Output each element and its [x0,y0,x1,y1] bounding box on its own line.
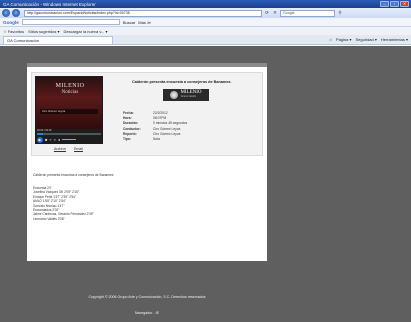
player-caption: Ciro Gómez Leyva [40,109,98,114]
milenio-logo-icon [170,91,179,99]
player-logo-text: MILENIO [55,83,85,89]
volume-icon[interactable]: ◂ [58,137,60,142]
volume-slider[interactable] [61,138,76,141]
browser-viewport: MILENIO Noticias Ciro Gómez Leyva 00:00 … [0,46,411,322]
search-input[interactable]: Google [280,9,335,17]
url-input[interactable]: http://gacomunicacion.com/EspacioNoticia… [24,9,262,17]
favorites-button[interactable]: ☆ Favoritos [3,29,24,34]
home-icon[interactable]: ⌂ [330,37,332,42]
web-slice-link[interactable]: Descargar la nueva v... ▾ [64,29,108,34]
archive-link[interactable]: Archive [54,147,66,151]
player-controls: ▶ ■ « » ◂ [37,136,101,143]
meta-value: Nota [153,136,160,141]
refresh-icon[interactable]: ⟳ [264,10,270,16]
tab-ga-comunicacion[interactable]: GA Comunicación [3,35,113,44]
buscar-button[interactable]: Buscar [123,20,135,25]
google-logo: Google [3,19,19,25]
rewind-icon[interactable]: « [49,137,51,142]
footer-nav-link[interactable]: Navegador - IE [27,311,267,315]
meta-label: Tipo: [123,136,131,141]
page-menu[interactable]: Página ▾ [336,37,352,42]
credit-line: Leonardo Valdés 2'08" [33,216,65,221]
page-content: MILENIO Noticias Ciro Gómez Leyva 00:00 … [27,63,267,261]
close-button[interactable]: ✕ [400,1,409,7]
video-title: Calderón presenta encuesta a consejeros … [132,80,232,84]
stop-icon[interactable]: ■ [45,137,47,142]
player-logo-subtext: Noticias [61,90,79,95]
tools-menu[interactable]: Herramientas ▾ [381,37,408,42]
player-links: Archive Email [54,147,83,151]
window-titlebar: GA Comunicación - Windows Internet Explo… [0,0,411,8]
video-description: Calderón presenta encuesta a consejeros … [33,173,115,177]
footer-copyright: Copyright © 2006 Grupo Arte y Comunicaci… [88,295,206,299]
page-header-strip [27,63,267,67]
meta-row: Tipo: Nota [123,137,263,142]
maximize-button[interactable]: ▫ [390,1,399,7]
video-screen[interactable]: MILENIO Noticias Ciro Gómez Leyva [36,77,102,129]
back-button[interactable]: ‹ [2,9,10,17]
favorites-bar: ☆ Favoritos Sitios sugeridos ▾ Descargar… [0,27,411,35]
player-time: 00:00 / 00:45 [37,129,52,132]
toolbar-search-input[interactable] [21,19,120,25]
command-bar: ⌂ Página ▾ Seguridad ▾ Herramientas ▾ [330,37,411,42]
milenio-tv-logo: MILENIO TELEVISIÓN [163,89,209,101]
more-button[interactable]: Más ≫ [138,20,151,25]
minimize-button[interactable]: – [380,1,389,7]
suggested-sites-link[interactable]: Sitios sugeridos ▾ [28,29,59,34]
search-icon[interactable]: ⚲ [337,10,343,16]
forward-button[interactable]: › [12,9,20,17]
email-link[interactable]: Email [74,147,83,151]
player-progress-fill [37,133,44,135]
credits-list: Encuesta 20' Josefina Vázquez 36' 2'09" … [33,186,233,221]
video-player[interactable]: MILENIO Noticias Ciro Gómez Leyva 00:00 … [35,76,103,144]
player-progress-bar[interactable] [37,133,101,135]
video-meta-table: Fecha: 22/2/2012 Hora: 08:07PM Duración: 0 … [123,111,263,142]
stop-icon[interactable]: ✕ [272,10,278,16]
favorites-label: Favoritos [7,28,25,34]
security-menu[interactable]: Seguridad ▾ [356,37,377,42]
brand-sub: TELEVISIÓN [180,96,197,98]
window-controls: – ▫ ✕ [380,1,411,7]
window-title: GA Comunicación - Windows Internet Explo… [3,1,96,7]
address-bar: ‹ › http://gacomunicacion.com/EspacioNot… [0,8,411,18]
google-toolbar: Google Buscar Más ≫ [0,18,411,27]
tab-bar: GA Comunicación ⌂ Página ▾ Seguridad ▾ H… [0,35,411,45]
video-panel: MILENIO Noticias Ciro Gómez Leyva 00:00 … [31,72,263,156]
forward-icon[interactable]: » [54,137,56,142]
play-icon[interactable]: ▶ [37,136,43,143]
